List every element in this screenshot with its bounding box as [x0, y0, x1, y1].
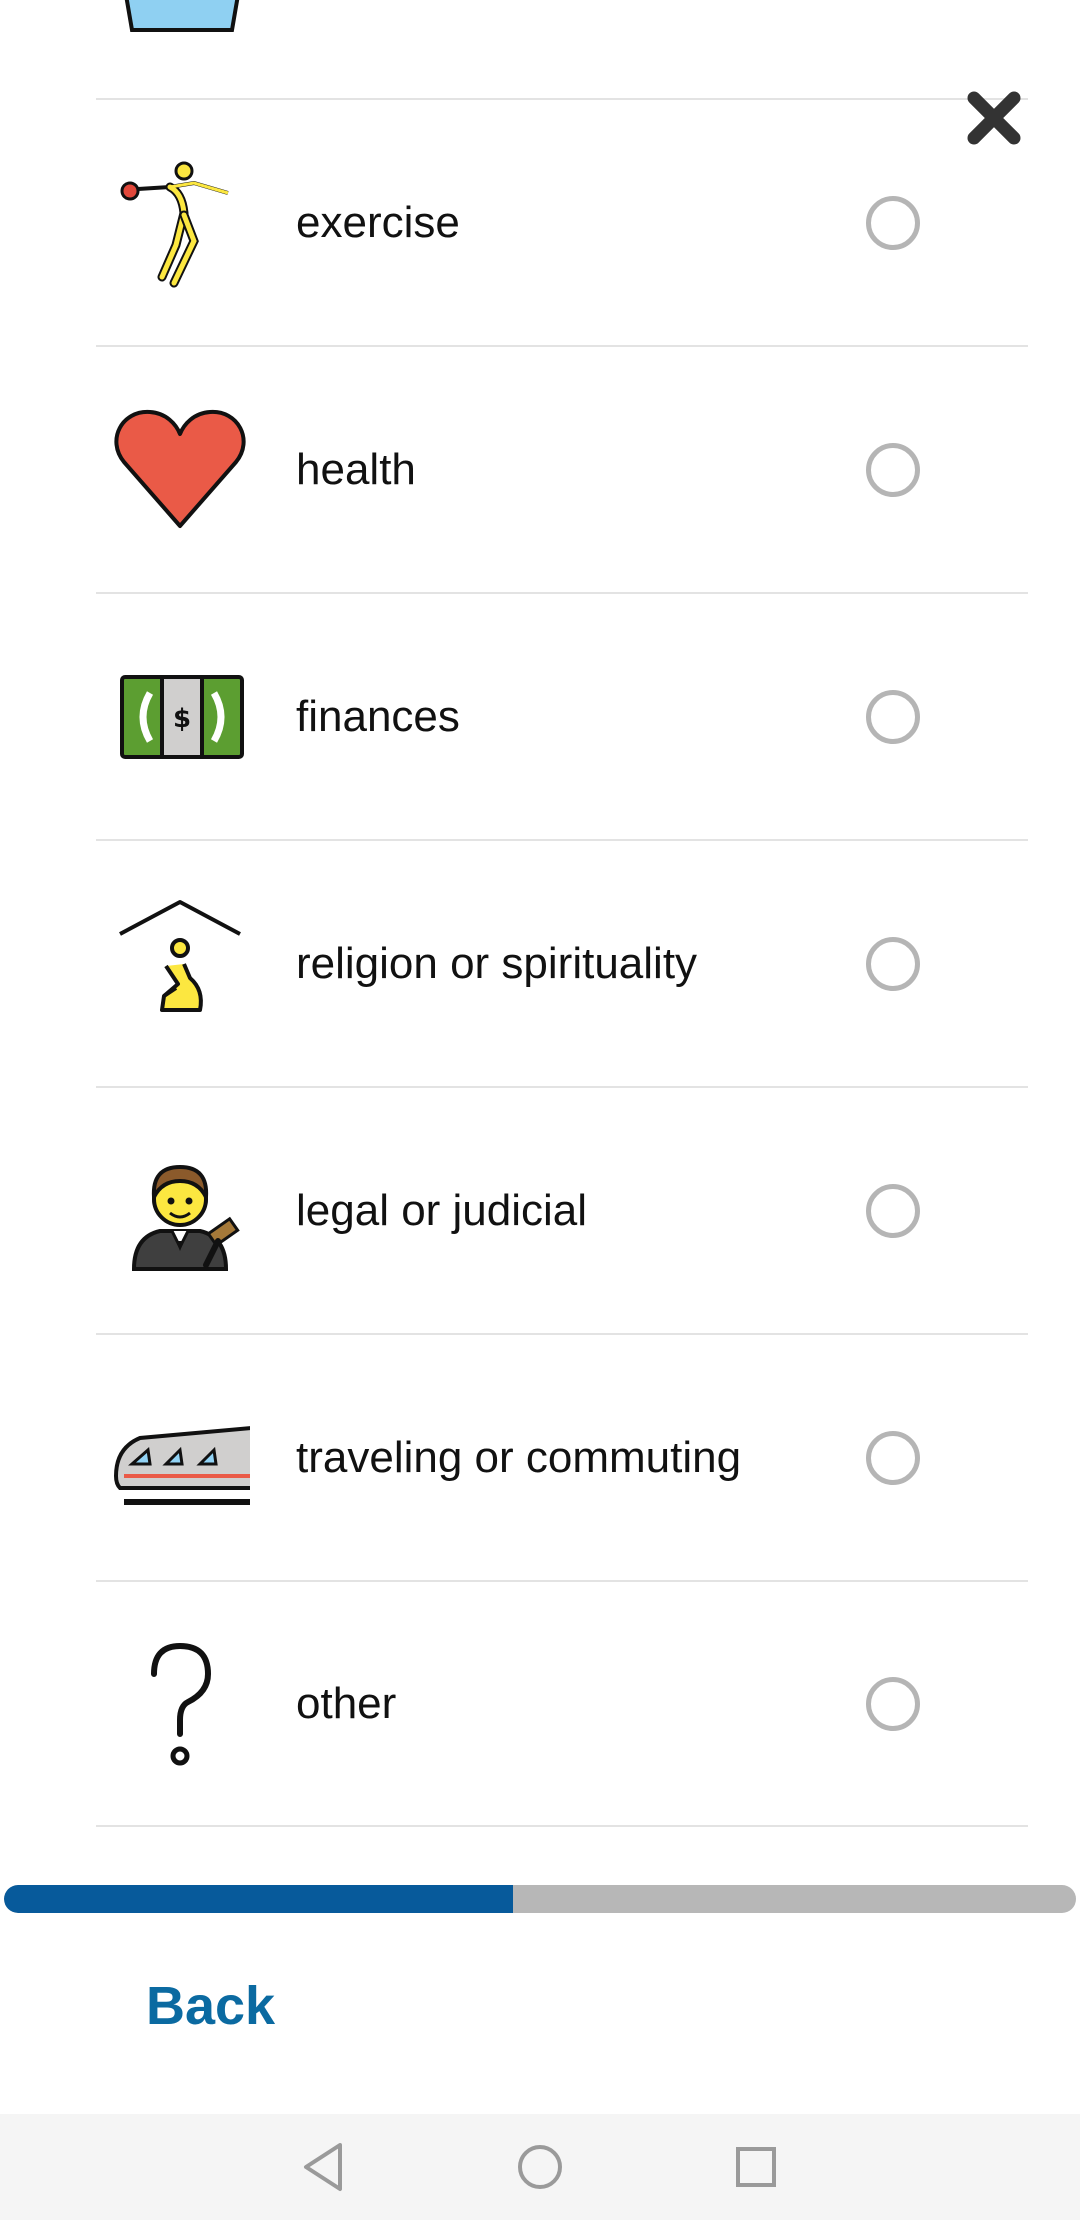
- option-radio[interactable]: [866, 1183, 920, 1238]
- back-button[interactable]: Back: [146, 1975, 275, 2037]
- option-row-finances[interactable]: $ finances: [96, 592, 1028, 839]
- partial-option-radio[interactable]: [866, 0, 918, 4]
- progress-fill: [4, 1885, 514, 1913]
- progress-bar: [4, 1885, 1076, 1913]
- question-mark-icon: [110, 1634, 250, 1774]
- train-icon: [110, 1388, 250, 1528]
- option-radio[interactable]: [866, 1430, 920, 1485]
- system-nav-bar: [0, 2114, 1080, 2220]
- option-label: other: [296, 1678, 397, 1728]
- place-of-worship-icon: [110, 894, 250, 1034]
- partial-option-icon: [112, 0, 252, 36]
- close-button[interactable]: [966, 90, 1022, 146]
- option-label: health: [296, 444, 416, 494]
- option-row-health[interactable]: health: [96, 345, 1028, 592]
- svg-text:$: $: [173, 704, 191, 734]
- option-radio[interactable]: [866, 442, 920, 497]
- nav-back-button[interactable]: [296, 2139, 352, 2195]
- back-triangle-icon: [304, 2143, 342, 2191]
- option-label: traveling or commuting: [296, 1432, 742, 1482]
- option-radio[interactable]: [866, 689, 920, 744]
- option-row-other[interactable]: other: [96, 1580, 1028, 1827]
- home-circle-icon: [518, 2145, 562, 2189]
- option-row-legal[interactable]: legal or judicial: [96, 1086, 1028, 1333]
- option-list: exercise health $ finances religion or s…: [0, 0, 1080, 1880]
- recents-square-icon: [736, 2147, 776, 2187]
- option-radio[interactable]: [866, 1676, 920, 1731]
- heart-icon: [110, 400, 250, 540]
- option-label: religion or spirituality: [296, 938, 698, 988]
- option-radio[interactable]: [866, 936, 920, 991]
- option-label: legal or judicial: [296, 1185, 588, 1235]
- option-row-exercise[interactable]: exercise: [96, 98, 1028, 345]
- person-exercise-icon: [110, 153, 250, 293]
- option-radio[interactable]: [866, 195, 920, 250]
- option-row-traveling[interactable]: traveling or commuting: [96, 1333, 1028, 1580]
- option-label: exercise: [296, 197, 460, 247]
- money-bill-icon: $: [110, 647, 250, 787]
- option-label: finances: [296, 691, 460, 741]
- nav-recents-button[interactable]: [728, 2139, 784, 2195]
- close-x-icon: [967, 91, 1021, 145]
- nav-home-button[interactable]: [512, 2139, 568, 2195]
- judge-icon: [110, 1141, 250, 1281]
- option-row-religion[interactable]: religion or spirituality: [96, 839, 1028, 1086]
